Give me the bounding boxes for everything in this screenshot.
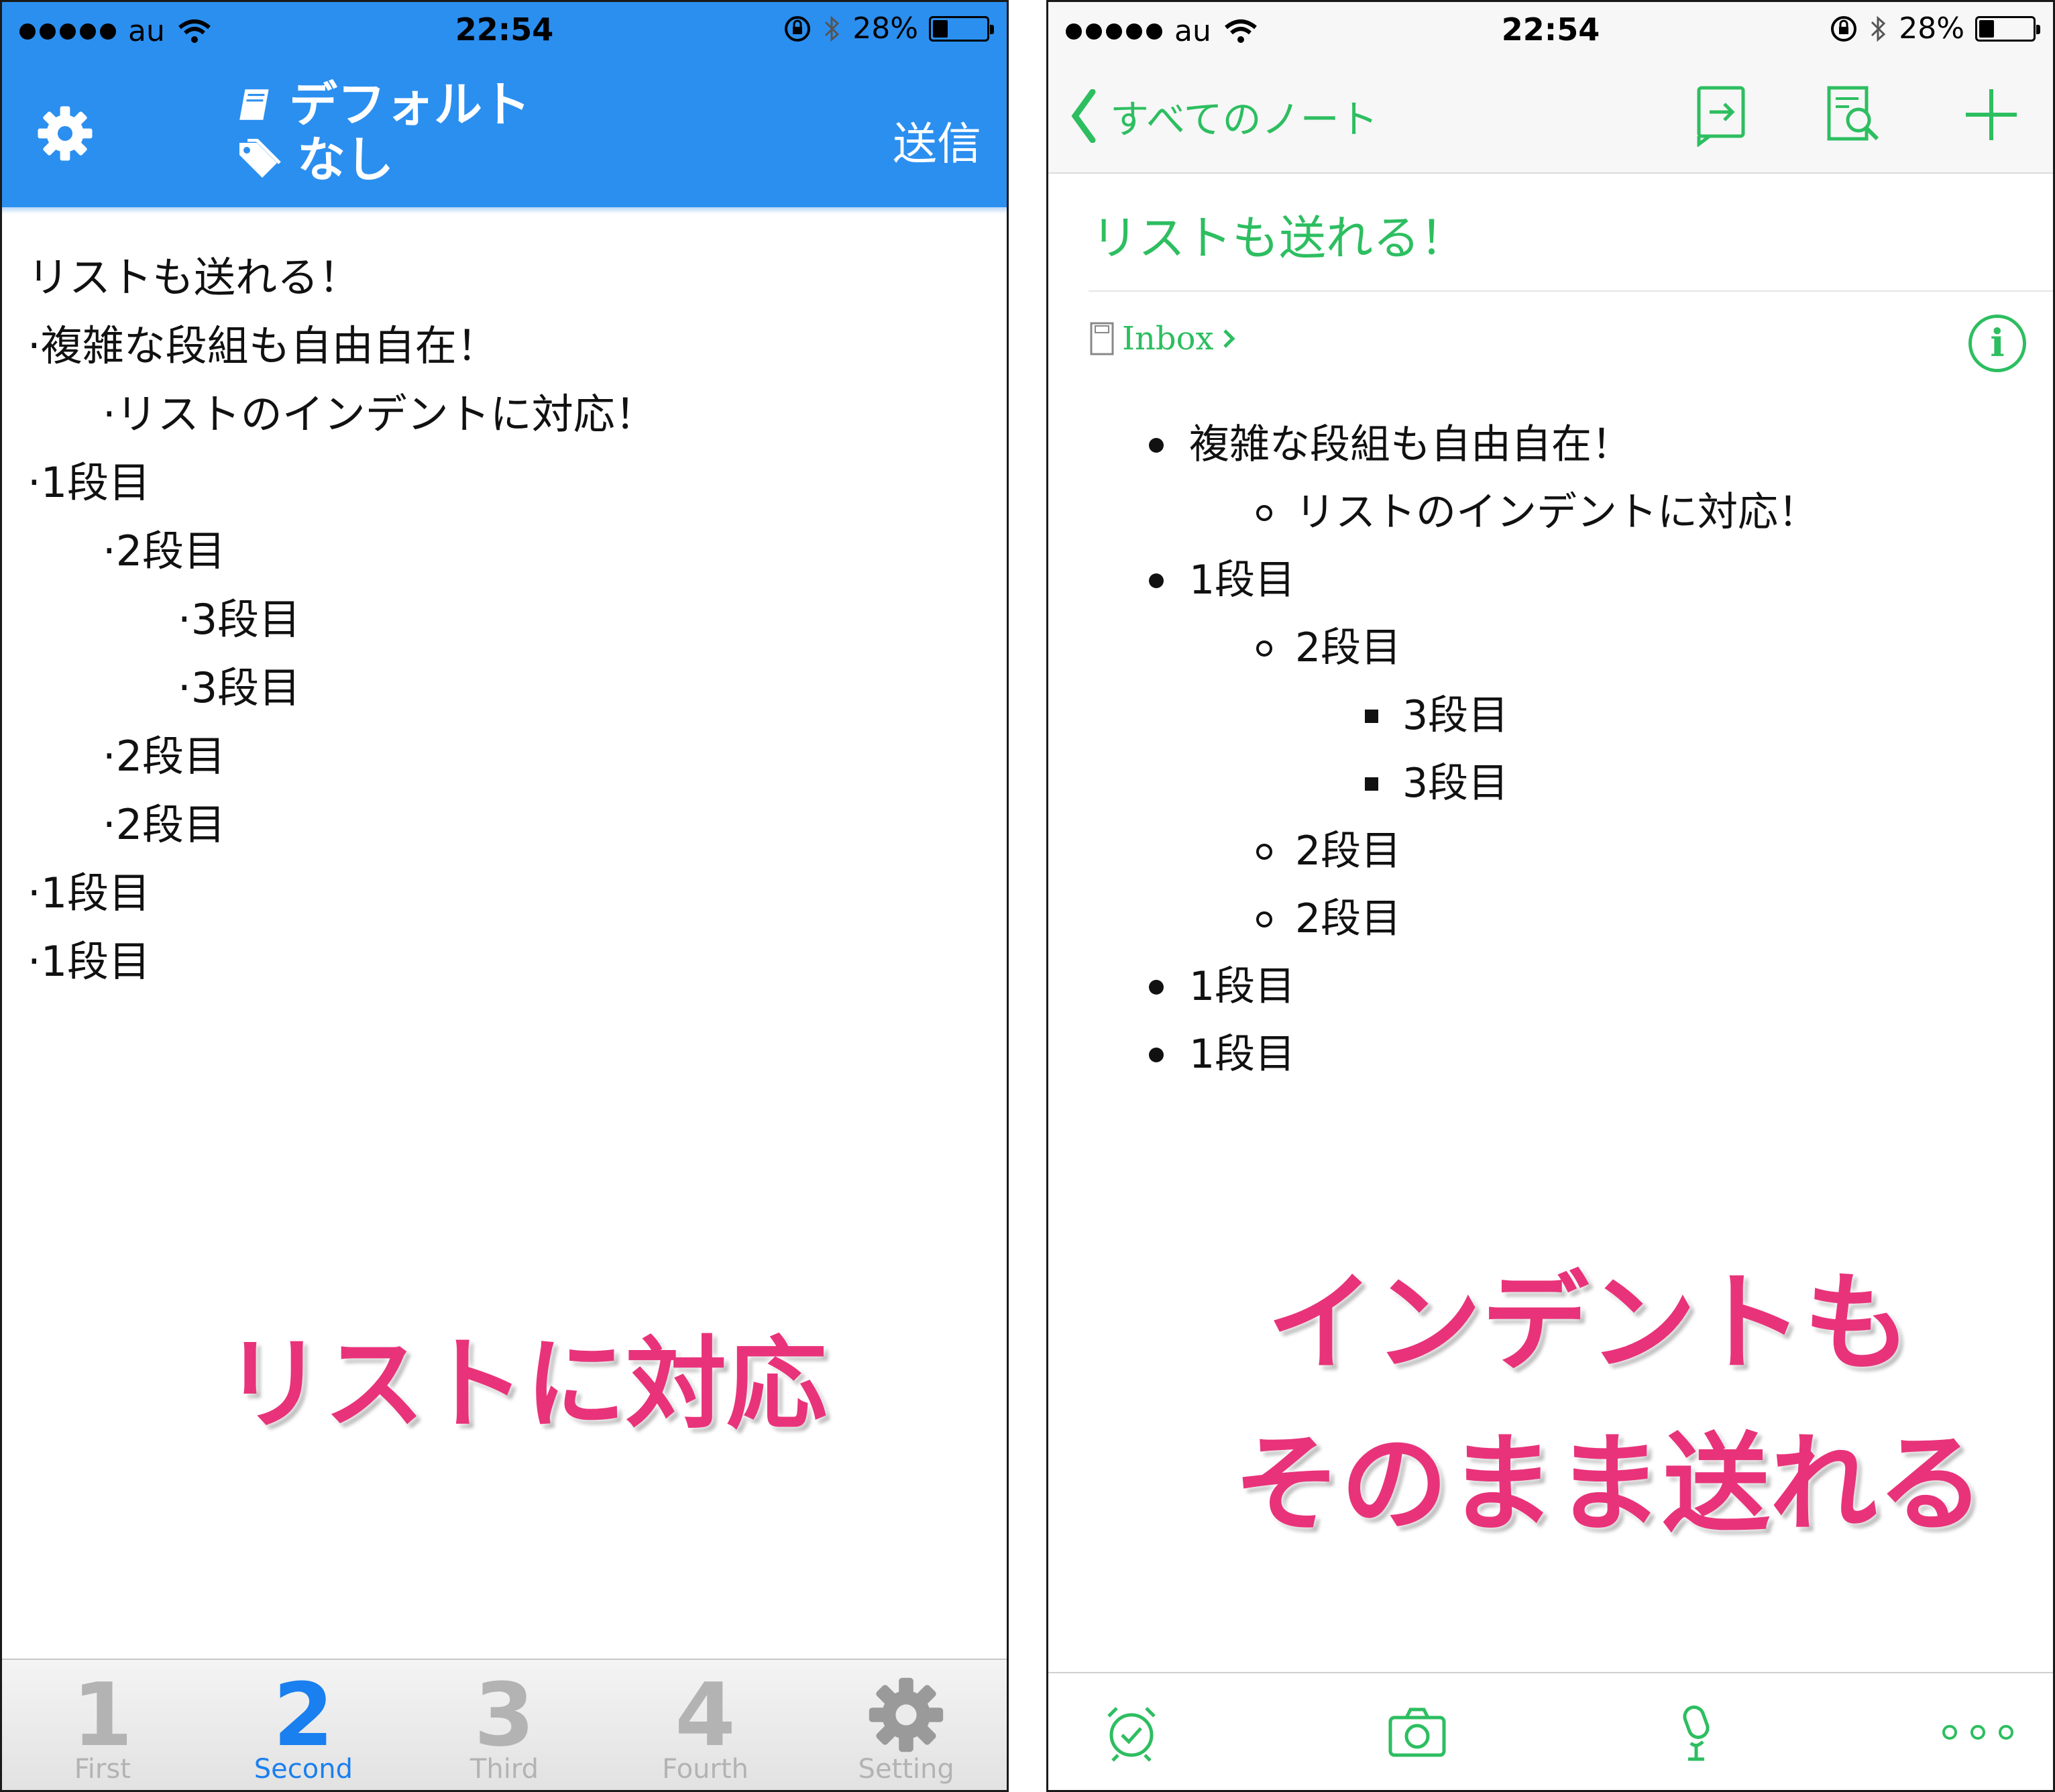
- add-note-icon[interactable]: [1959, 82, 2023, 147]
- send-button[interactable]: 送信: [893, 108, 981, 172]
- notebook-icon: [239, 89, 269, 120]
- bullet-icon: [1149, 1048, 1164, 1062]
- list-item-text: 2段目: [1295, 624, 1402, 671]
- caption-overlay-line2: そのまま送れる: [1233, 1421, 1985, 1547]
- caption-overlay-line1: インデントも: [1267, 1260, 1911, 1386]
- note-text-line: ·1段目: [27, 937, 151, 986]
- camera-icon[interactable]: [1386, 1701, 1448, 1763]
- settings-gear-icon[interactable]: [34, 103, 96, 164]
- chevron-left-icon: [1071, 89, 1096, 143]
- note-text-line: ·2段目: [103, 732, 226, 781]
- tag-selector[interactable]: なし: [235, 132, 531, 187]
- note-search-icon[interactable]: [1820, 82, 1884, 147]
- right-phone-screen: au 22:54 28% すべてのノート リストも送れる！ Inbox i 複雑…: [1046, 0, 2055, 1792]
- list-item-text: 1段目: [1189, 1031, 1296, 1078]
- tab-label: Fourth: [662, 1754, 749, 1785]
- notebook-label: デフォルト: [289, 76, 531, 133]
- bluetooth-icon: [1871, 15, 1886, 42]
- note-text-line: ·1段目: [27, 869, 151, 917]
- tab-label: Third: [469, 1754, 539, 1785]
- left-app-header: au 22:54 28% デフォルト なし 送信: [2, 2, 1007, 207]
- note-text-line: リストも送れる！: [27, 253, 361, 302]
- notebook-link[interactable]: Inbox: [1089, 320, 1237, 357]
- tab-number: 3: [474, 1664, 535, 1766]
- tab-first[interactable]: 1 First: [2, 1660, 203, 1790]
- note-text-line: ·リストのインデントに対応！: [103, 390, 657, 439]
- battery-percent: 28%: [1899, 11, 1964, 46]
- alarm-clock-icon[interactable]: [1101, 1701, 1162, 1763]
- list-item-text: 1段目: [1189, 963, 1296, 1010]
- tag-label: なし: [297, 131, 394, 188]
- bullet-icon: [1149, 438, 1164, 453]
- list-item-text: 3段目: [1402, 760, 1509, 807]
- bullet-icon: [1149, 573, 1164, 588]
- tab-fourth[interactable]: 4 Fourth: [605, 1660, 806, 1790]
- note-title[interactable]: リストも送れる！: [1091, 201, 1467, 268]
- rotation-lock-icon: [785, 15, 811, 42]
- battery-fill: [933, 19, 948, 38]
- tab-label: Setting: [858, 1754, 954, 1785]
- list-item-text: 複雑な段組も自由自在！: [1189, 421, 1632, 468]
- tab-label: Second: [254, 1754, 353, 1785]
- share-icon[interactable]: [1689, 82, 1754, 147]
- bullet-icon: [1256, 911, 1272, 928]
- tab-number: 1: [72, 1664, 133, 1766]
- list-item-text: 2段目: [1295, 895, 1402, 942]
- note-text-line: ·2段目: [103, 800, 226, 849]
- back-label: すべてのノート: [1110, 97, 1378, 142]
- note-text-line: ·2段目: [103, 526, 226, 575]
- note-text-line: ·複雑な段組も自由自在！: [27, 321, 498, 370]
- title-divider: [1089, 290, 2053, 292]
- bullet-icon: [1149, 980, 1164, 995]
- battery-icon: [1975, 15, 2040, 42]
- status-bar: au 22:54 28%: [2, 2, 1007, 60]
- bullet-icon: [1256, 844, 1272, 860]
- tab-number: 2: [273, 1664, 334, 1766]
- list-item-text: 2段目: [1295, 828, 1402, 875]
- status-bar: au 22:54 28%: [1048, 2, 2053, 60]
- bullet-icon: [1256, 640, 1272, 657]
- note-text-line: ·3段目: [178, 663, 301, 712]
- notebook-name: Inbox: [1122, 320, 1214, 357]
- evernote-header: au 22:54 28% すべてのノート: [1048, 2, 2053, 174]
- chevron-right-icon: [1223, 329, 1235, 348]
- tags-icon: [239, 139, 281, 178]
- microphone-icon[interactable]: [1665, 1701, 1727, 1763]
- bullet-icon: [1256, 505, 1272, 521]
- caption-overlay: リストに対応: [223, 1327, 828, 1443]
- info-icon[interactable]: i: [1968, 315, 2026, 372]
- header-shadow: [2, 207, 1007, 214]
- tab-number: 4: [675, 1664, 736, 1766]
- more-icon[interactable]: [1938, 1701, 2018, 1763]
- tab-bar: 1 First 2 Second 3 Third 4 Fourth Setting: [2, 1659, 1007, 1790]
- notebook-icon: [1090, 322, 1114, 355]
- rotation-lock-icon: [1831, 15, 1857, 42]
- back-to-all-notes-button[interactable]: すべてのノート: [1070, 88, 1378, 144]
- left-phone-screen: au 22:54 28% デフォルト なし 送信 リストも送れる！ ·複雑な段組…: [0, 0, 1009, 1792]
- tab-third[interactable]: 3 Third: [404, 1660, 605, 1790]
- battery-percent: 28%: [852, 11, 918, 46]
- gear-icon: [869, 1677, 944, 1752]
- bluetooth-icon: [825, 15, 840, 42]
- list-item-text: リストのインデントに対応！: [1295, 489, 1818, 536]
- note-text-line: ·1段目: [27, 458, 151, 507]
- note-text-line: ·3段目: [178, 595, 301, 644]
- tab-label: First: [74, 1754, 131, 1785]
- bullet-icon: [1365, 710, 1378, 723]
- note-text-editor[interactable]: リストも送れる！ ·複雑な段組も自由自在！ ·リストのインデントに対応！ ·1段目 ·2…: [27, 243, 657, 996]
- bullet-icon: [1365, 777, 1378, 791]
- notebook-selector[interactable]: デフォルト: [235, 77, 531, 132]
- list-item-text: 1段目: [1189, 557, 1296, 604]
- battery-icon: [929, 15, 994, 42]
- battery-fill: [1979, 19, 1995, 38]
- list-item-text: 3段目: [1402, 692, 1509, 739]
- tab-second[interactable]: 2 Second: [203, 1660, 404, 1790]
- note-toolbar: [1048, 1672, 2053, 1790]
- tab-setting[interactable]: Setting: [806, 1660, 1007, 1790]
